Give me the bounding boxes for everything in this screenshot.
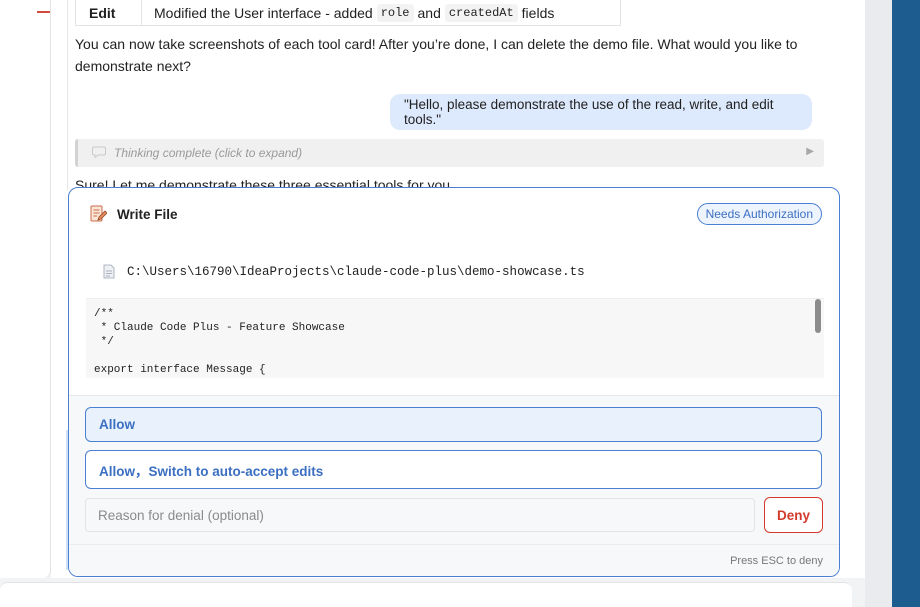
code-preview[interactable]: /** * Claude Code Plus - Feature Showcas…	[86, 298, 824, 378]
chat-divider	[67, 0, 68, 190]
edit-description: Modified the User interface - added role…	[142, 3, 555, 22]
esc-hint: Press ESC to deny	[730, 555, 823, 567]
input-area	[0, 582, 852, 607]
code-scrollbar[interactable]	[815, 299, 821, 333]
thinking-toggle[interactable]: Thinking complete (click to expand) ▶	[75, 139, 824, 167]
allow-button[interactable]: Allow	[85, 407, 822, 442]
card-header: Write File	[89, 205, 178, 223]
file-path-text: C:\Users\16790\IdeaProjects\claude-code-…	[127, 264, 585, 279]
inline-code-role: role	[376, 3, 414, 22]
inline-code-createdat: createdAt	[444, 3, 518, 22]
thinking-label: Thinking complete (click to expand)	[114, 146, 303, 160]
card-title: Write File	[117, 206, 178, 222]
edit-desc-prefix: Modified the User interface - added	[154, 4, 373, 21]
window-edge	[892, 0, 920, 607]
edit-summary-row: Edit Modified the User interface - added…	[75, 0, 621, 26]
allow-auto-accept-button[interactable]: Allow，Switch to auto-accept edits	[85, 450, 822, 489]
document-icon	[103, 264, 115, 279]
edit-tool-name: Edit	[76, 0, 142, 25]
speech-bubble-icon	[92, 146, 106, 161]
play-triangle-icon[interactable]: ▶	[806, 146, 814, 157]
hint-divider	[69, 544, 839, 545]
file-path: C:\Users\16790\IdeaProjects\claude-code-…	[103, 264, 585, 279]
edit-desc-conj: and	[417, 4, 441, 21]
user-message-bubble: "Hello, please demonstrate the use of th…	[390, 94, 812, 130]
deny-reason-input[interactable]	[85, 498, 755, 532]
left-sidebar-panel	[0, 0, 51, 578]
assistant-message: You can now take screenshots of each too…	[75, 36, 798, 74]
deny-button[interactable]: Deny	[764, 497, 823, 533]
write-file-icon	[90, 205, 107, 222]
needs-authorization-badge: Needs Authorization	[696, 203, 822, 225]
write-file-tool-card: Write File Needs Authorization C:\Users\…	[68, 187, 840, 577]
code-text: /** * Claude Code Plus - Feature Showcas…	[94, 308, 345, 376]
chat-scrollbar[interactable]	[865, 0, 892, 607]
edit-desc-suffix: fields	[521, 4, 555, 21]
collapse-marker[interactable]	[37, 11, 50, 13]
code-pane: /** * Claude Code Plus - Feature Showcas…	[86, 299, 824, 378]
